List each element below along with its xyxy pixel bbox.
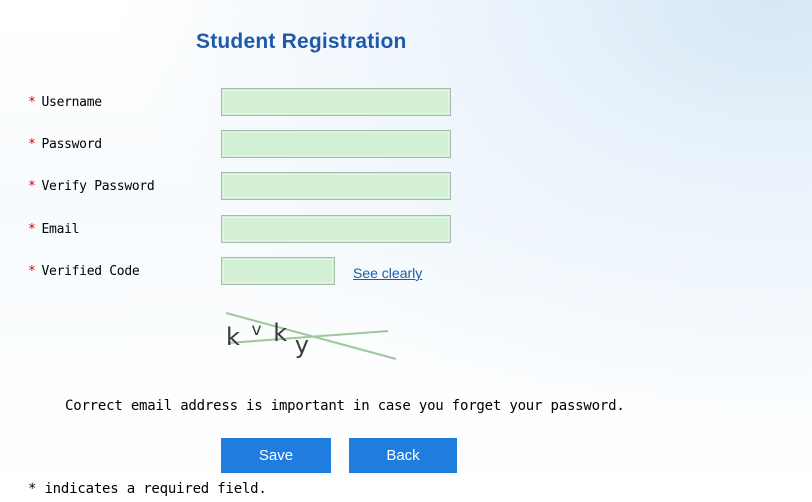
- verified-code-input[interactable]: [221, 257, 335, 285]
- password-label: * Password: [28, 137, 102, 152]
- username-label: * Username: [28, 95, 102, 110]
- email-label: * Email: [28, 222, 79, 237]
- verify-password-label-text: Verify Password: [41, 179, 155, 194]
- email-row: * Email: [0, 214, 812, 244]
- required-marker: *: [28, 95, 36, 110]
- captcha-char: k: [273, 319, 287, 347]
- required-field-note: * indicates a required field.: [28, 481, 267, 497]
- captcha-char: y: [295, 331, 309, 359]
- captcha-char: v: [252, 320, 262, 340]
- see-clearly-link[interactable]: See clearly: [353, 265, 422, 281]
- email-importance-note: Correct email address is important in ca…: [65, 398, 625, 414]
- save-button[interactable]: Save: [221, 438, 331, 473]
- captcha-text: k v k y: [226, 313, 309, 359]
- page-title: Student Registration: [196, 30, 407, 53]
- password-input[interactable]: [221, 130, 451, 158]
- verified-code-label-text: Verified Code: [41, 264, 140, 279]
- email-label-text: Email: [41, 222, 80, 237]
- username-input[interactable]: [221, 88, 451, 116]
- password-label-text: Password: [41, 137, 103, 152]
- verify-password-row: * Verify Password: [0, 171, 812, 201]
- back-button[interactable]: Back: [349, 438, 457, 473]
- verify-password-input[interactable]: [221, 172, 451, 200]
- username-label-text: Username: [41, 95, 103, 110]
- verified-code-label: * Verified Code: [28, 264, 140, 279]
- email-input[interactable]: [221, 215, 451, 243]
- required-marker: *: [28, 264, 36, 279]
- verify-password-label: * Verify Password: [28, 179, 155, 194]
- captcha-char: k: [226, 323, 240, 351]
- required-marker: *: [28, 179, 36, 194]
- username-row: * Username: [0, 87, 812, 117]
- password-row: * Password: [0, 129, 812, 159]
- captcha-image[interactable]: k v k y: [218, 303, 404, 369]
- verified-code-row: * Verified Code See clearly: [0, 256, 812, 286]
- captcha-graphic: k v k y: [225, 312, 397, 360]
- required-marker: *: [28, 222, 36, 237]
- background-wash: [0, 0, 812, 502]
- required-marker: *: [28, 137, 36, 152]
